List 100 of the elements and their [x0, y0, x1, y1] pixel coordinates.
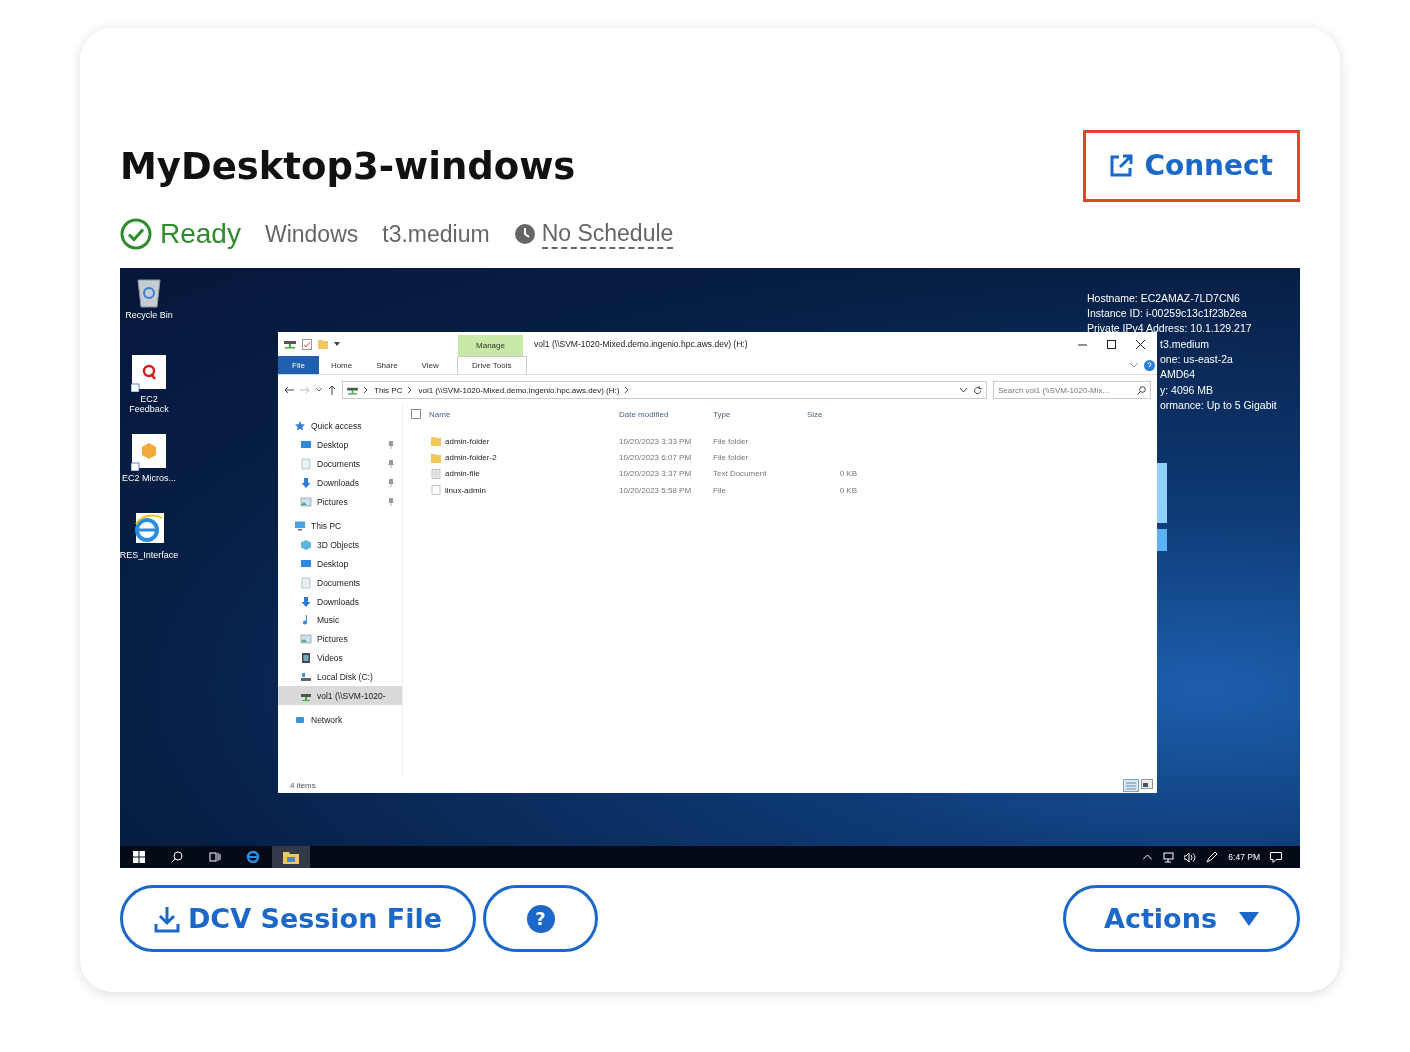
speaker-icon[interactable]	[1184, 851, 1197, 863]
ribbon-tab[interactable]: Drive Tools	[456, 356, 527, 374]
maximize-icon[interactable]	[1107, 339, 1116, 349]
search-field[interactable]: Search vol1 (\\SVM-1020-Mix...	[993, 381, 1151, 399]
task-view-icon[interactable]	[209, 851, 221, 863]
caret-icon[interactable]	[334, 342, 340, 346]
help-button[interactable]: ?	[483, 885, 598, 952]
desktop-title: MyDesktop3-windows	[120, 144, 576, 188]
up-arrow-icon[interactable]	[328, 385, 336, 395]
status-label: Ready	[160, 218, 241, 250]
address-bar[interactable]: This PC vol1 (\\SVM-1020-Mixed.demo.ingenio.hpc.aws.dev) (H:)	[342, 381, 987, 399]
star-icon	[294, 420, 306, 433]
nav-item[interactable]: 3D Objects	[278, 535, 402, 555]
properties-icon	[302, 338, 312, 350]
instance-type-label: t3.medium	[382, 220, 490, 248]
ribbon-tab[interactable]: File	[278, 356, 319, 374]
desktop-icon-label[interactable]: RES_Interface	[120, 550, 179, 561]
chevron-up-icon[interactable]	[1143, 854, 1153, 860]
chevron-down-icon[interactable]	[316, 388, 322, 392]
downloads-icon	[300, 595, 312, 608]
info-line: Hostname: EC2AMAZ-7LD7CN6	[1087, 291, 1241, 306]
downloads-icon	[300, 476, 312, 489]
package-shortcut-icon	[131, 433, 167, 471]
schedule-link[interactable]: No Schedule	[541, 219, 674, 249]
drive-icon	[284, 339, 296, 349]
folder-icon	[318, 339, 328, 349]
browser-icon[interactable]	[245, 850, 261, 864]
document-icon	[431, 468, 441, 479]
ribbon-tab[interactable]: Share	[364, 356, 410, 374]
back-arrow-icon[interactable]	[284, 386, 294, 394]
ribbon-tab[interactable]: View	[409, 356, 451, 374]
nav-item[interactable]: Desktop	[278, 435, 402, 455]
select-all-checkbox[interactable]	[411, 409, 421, 419]
thumbnail-view-icon[interactable]	[1141, 778, 1153, 789]
desktop-icon	[300, 557, 312, 570]
desktop-icon-label[interactable]: Recycle Bin	[125, 310, 173, 321]
nav-item[interactable]: Network	[278, 710, 402, 730]
file-row[interactable]: admin-file 10/20/2023 3:37 PM Text Document 0 KB	[411, 465, 1157, 483]
nav-item[interactable]: Pictures	[278, 629, 402, 649]
info-line: one: us-east-2a	[1160, 352, 1234, 368]
connect-button[interactable]: Connect	[1083, 130, 1300, 202]
nav-item[interactable]: Videos	[278, 648, 402, 668]
close-icon[interactable]	[1136, 339, 1145, 349]
nav-item[interactable]: Documents	[278, 573, 402, 593]
ribbon-tab[interactable]: Home	[318, 356, 365, 374]
nav-item[interactable]: Pictures	[278, 492, 402, 511]
info-line: ormance: Up to 5 Gigabit	[1160, 397, 1277, 413]
info-line: t3.medium	[1160, 337, 1211, 352]
network-icon[interactable]	[1162, 851, 1175, 863]
chevron-down-icon[interactable]	[960, 387, 967, 393]
file-row[interactable]: admin-folder 10/20/2023 3:33 PM File folder	[411, 433, 1157, 450]
nav-item[interactable]: vol1 (\\SVM-1020-	[278, 686, 402, 705]
file-icon	[431, 485, 441, 496]
file-row[interactable]: linux-admin 10/20/2023 5:58 PM File 0 KB	[411, 482, 1157, 499]
nav-item[interactable]: This PC	[278, 517, 402, 536]
desktop-icon-label[interactable]: EC2 Feedback	[120, 394, 178, 415]
info-line: Instance ID: i-00259c13c1f23b2ea	[1087, 306, 1248, 322]
documents-icon	[300, 458, 312, 470]
disk-icon	[300, 670, 312, 683]
nav-item[interactable]: Desktop	[278, 554, 402, 574]
breadcrumb-item[interactable]: vol1 (\\SVM-1020-Mixed.demo.ingenio.hpc.aws.dev) (H:)	[418, 385, 620, 395]
window-title: vol1 (\\SVM-1020-Mixed.demo.ingenio.hpc.aws.dev) (H:)	[534, 339, 748, 349]
nav-item[interactable]: Downloads	[278, 592, 402, 611]
column-header[interactable]: Date modified	[619, 409, 713, 419]
desktop-icon-label[interactable]: EC2 Micros...	[122, 473, 176, 484]
nav-item[interactable]: Quick access	[278, 417, 402, 436]
breadcrumb-item[interactable]: This PC	[374, 385, 403, 395]
recycle-bin-icon	[134, 276, 164, 308]
help-icon[interactable]	[1144, 359, 1155, 371]
column-header[interactable]: Name	[429, 409, 451, 419]
nav-item[interactable]: Local Disk (C:)	[278, 667, 402, 687]
folder-icon	[431, 452, 441, 463]
file-row[interactable]: admin-folder-2 10/20/2023 6:07 PM File folder	[411, 449, 1157, 466]
start-icon[interactable]	[133, 851, 145, 863]
pictures-icon	[300, 633, 312, 646]
refresh-icon[interactable]	[973, 385, 982, 395]
actions-button[interactable]: Actions	[1063, 885, 1300, 952]
notification-icon[interactable]	[1270, 851, 1282, 863]
taskbar-clock[interactable]: 6:47 PM	[1228, 852, 1260, 862]
os-label: Windows	[264, 220, 359, 248]
pictures-icon	[300, 495, 312, 508]
chevron-right-icon	[625, 387, 630, 393]
session-file-button[interactable]: DCV Session File	[120, 885, 476, 952]
info-line: Private IPv4 Address: 10.1.129.217	[1087, 321, 1252, 337]
nav-item[interactable]: Downloads	[278, 473, 402, 493]
info-line: y: 4096 MB	[1160, 382, 1215, 398]
nav-item[interactable]: Music	[278, 610, 402, 630]
chevron-right-icon	[364, 387, 368, 393]
documents-icon	[300, 576, 312, 589]
column-header[interactable]: Type	[713, 409, 807, 419]
status-bar-text: 4 items	[290, 780, 316, 790]
folder-icon	[431, 436, 441, 447]
drive-icon	[347, 385, 358, 395]
column-header[interactable]: Size	[807, 409, 857, 419]
external-link-icon	[1108, 152, 1135, 179]
pen-icon[interactable]	[1206, 851, 1219, 863]
nav-item[interactable]: Documents	[278, 454, 402, 474]
search-icon[interactable]	[171, 851, 183, 863]
folder-icon[interactable]	[283, 850, 299, 864]
clock-icon	[513, 223, 536, 245]
